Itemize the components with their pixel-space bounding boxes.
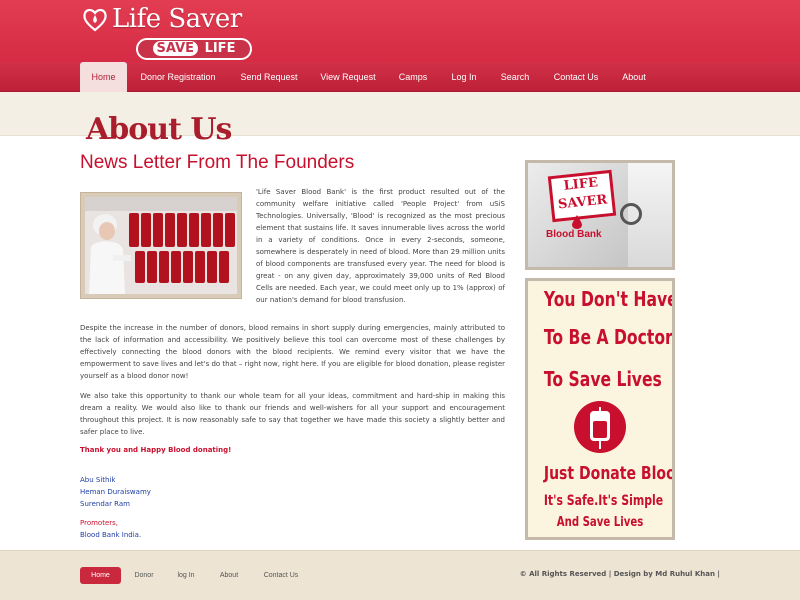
promoters-value: Blood Bank India.	[80, 531, 142, 539]
founder-name: Abu Sithik	[80, 476, 116, 484]
founder-name: Surendar Ram	[80, 500, 131, 508]
promoters-label: Promoters,	[80, 519, 119, 527]
blood-bank-caption: Blood Bank	[546, 229, 602, 240]
nav-item-contact-us[interactable]: Contact Us	[546, 62, 606, 92]
founders-list: Abu Sithik Heman Duraiswamy Surendar Ram	[80, 474, 151, 510]
nav-item-log-in[interactable]: Log In	[444, 62, 484, 92]
blood-bank-photo	[80, 192, 242, 299]
main-nav: Home Donor Registration Send Request Vie…	[0, 62, 800, 92]
logo-badge-save: SAVE	[152, 41, 199, 56]
life-saver-promo-image: LIFE SAVER Blood Bank	[525, 160, 675, 270]
copyright-text: © All Rights Reserved | Design by Md Ruh…	[519, 570, 720, 578]
founder-name: Heman Duraiswamy	[80, 488, 151, 496]
lab-scene-image	[85, 197, 237, 294]
poster-line-5: It's Safe.It's Simple	[543, 493, 664, 509]
nav-item-camps[interactable]: Camps	[391, 62, 435, 92]
nav-item-send-request[interactable]: Send Request	[233, 62, 305, 92]
footer-link-contact-us[interactable]: Contact Us	[256, 567, 306, 584]
poster-line-1: You Don't Have	[543, 287, 672, 311]
poster-line-6: And Save Lives	[556, 515, 644, 530]
site-logo[interactable]: Life Saver SAVE LIFE	[80, 4, 260, 60]
body-paragraph-2: We also take this opportunity to thank o…	[80, 392, 505, 436]
poster-line-2: To Be A Doctor	[543, 325, 672, 349]
poster-line-4: Just Donate Blood	[543, 463, 672, 484]
nav-item-home[interactable]: Home	[80, 62, 127, 92]
nav-item-search[interactable]: Search	[494, 62, 536, 92]
site-header: Life Saver SAVE LIFE	[0, 0, 800, 62]
news-title: News Letter From The Founders	[80, 152, 355, 173]
nav-item-donor-registration[interactable]: Donor Registration	[133, 62, 223, 92]
thanks-note: Thank you and Happy Blood donating!	[80, 446, 232, 454]
promoters-block: Promoters, Blood Bank India.	[80, 517, 141, 541]
footer-link-log-in[interactable]: log In	[170, 567, 202, 584]
blood-drop-icon	[572, 215, 582, 229]
poster-line-3: To Save Lives	[543, 367, 662, 391]
nav-item-view-request[interactable]: View Request	[314, 62, 382, 92]
footer-link-donor[interactable]: Donor	[128, 567, 160, 584]
nav-item-about[interactable]: About	[614, 62, 654, 92]
footer-link-about[interactable]: About	[212, 567, 246, 584]
stethoscope-icon	[620, 203, 642, 225]
logo-badge: SAVE LIFE	[136, 38, 252, 60]
donate-blood-poster: You Don't Have To Be A Doctor To Save Li…	[525, 278, 675, 540]
heart-icon	[83, 8, 107, 32]
body-paragraph-1: Despite the increase in the number of do…	[80, 324, 505, 380]
intro-paragraph: 'Life Saver Blood Bank' is the first pro…	[256, 188, 505, 304]
blood-bag-icon	[574, 401, 626, 453]
logo-badge-life: LIFE	[204, 41, 236, 56]
logo-title: Life Saver	[112, 4, 242, 34]
page-title: About Us	[86, 112, 232, 147]
footer-link-home[interactable]: Home	[80, 567, 121, 584]
